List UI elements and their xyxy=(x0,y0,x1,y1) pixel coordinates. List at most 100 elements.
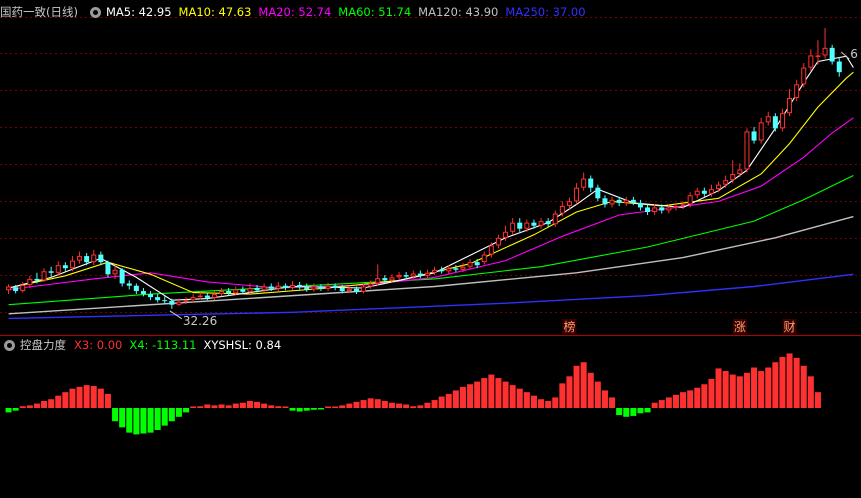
indicator-bar[interactable] xyxy=(310,408,317,410)
candle[interactable] xyxy=(588,175,594,193)
indicator-bar[interactable] xyxy=(90,386,97,408)
candle[interactable] xyxy=(275,281,281,292)
indicator-bar[interactable] xyxy=(261,403,268,408)
indicator-bar[interactable] xyxy=(765,367,772,408)
indicator-bar[interactable] xyxy=(317,408,324,410)
indicator-bar[interactable] xyxy=(168,408,175,422)
candle[interactable] xyxy=(190,294,196,303)
indicator-bar[interactable] xyxy=(133,408,140,435)
indicator-bar[interactable] xyxy=(601,390,608,408)
candle[interactable] xyxy=(311,283,317,292)
candle[interactable] xyxy=(510,218,516,235)
candle[interactable] xyxy=(744,128,750,173)
candle[interactable] xyxy=(765,111,771,126)
indicator-bar[interactable] xyxy=(112,408,119,422)
settings-icon[interactable] xyxy=(4,339,15,351)
indicator-bar[interactable] xyxy=(339,405,346,408)
candle[interactable] xyxy=(808,49,814,71)
candle[interactable] xyxy=(602,195,608,208)
indicator-bar[interactable] xyxy=(715,368,722,408)
indicator-bar[interactable] xyxy=(246,400,253,408)
candle[interactable] xyxy=(645,204,651,216)
indicator-bar[interactable] xyxy=(183,408,190,413)
candle[interactable] xyxy=(148,291,154,301)
indicator-bar[interactable] xyxy=(481,378,488,408)
indicator-bar[interactable] xyxy=(360,400,367,408)
indicator-bar[interactable] xyxy=(147,408,154,433)
indicator-bar[interactable] xyxy=(680,392,687,408)
candle[interactable] xyxy=(98,251,104,266)
indicator-bar[interactable] xyxy=(658,400,665,408)
indicator-bar[interactable] xyxy=(538,399,545,408)
candle[interactable] xyxy=(439,266,445,274)
indicator-bar[interactable] xyxy=(672,394,679,408)
candle[interactable] xyxy=(48,266,54,277)
indicator-bar[interactable] xyxy=(26,405,33,408)
candle[interactable] xyxy=(758,117,764,144)
indicator-bar[interactable] xyxy=(502,381,509,408)
indicator-bar[interactable] xyxy=(644,408,651,413)
indicator-bar[interactable] xyxy=(566,376,573,408)
indicator-bar[interactable] xyxy=(48,399,55,408)
indicator-bar[interactable] xyxy=(268,405,275,408)
candle[interactable] xyxy=(595,184,601,202)
indicator-bar[interactable] xyxy=(296,408,303,412)
indicator-bar[interactable] xyxy=(424,402,431,408)
candle[interactable] xyxy=(417,270,423,279)
indicator-bar[interactable] xyxy=(800,365,807,408)
candle[interactable] xyxy=(836,56,842,77)
candle[interactable] xyxy=(566,197,572,209)
candle[interactable] xyxy=(751,126,757,144)
indicator-bar[interactable] xyxy=(388,402,395,408)
indicator-bar[interactable] xyxy=(694,387,701,408)
indicator-bar[interactable] xyxy=(722,371,729,408)
indicator-bar[interactable] xyxy=(325,406,332,409)
indicator-bar[interactable] xyxy=(225,405,232,408)
candle[interactable] xyxy=(6,284,12,295)
candle[interactable] xyxy=(517,218,523,232)
indicator-bar[interactable] xyxy=(708,378,715,408)
indicator-bar[interactable] xyxy=(140,408,147,434)
indicator-bar[interactable] xyxy=(396,403,403,408)
candle[interactable] xyxy=(481,251,487,265)
candle[interactable] xyxy=(155,294,161,303)
indicator-bar[interactable] xyxy=(126,408,133,433)
indicator-bar[interactable] xyxy=(346,403,353,408)
candle[interactable] xyxy=(581,172,587,191)
indicator-bar[interactable] xyxy=(651,402,658,408)
indicator-bar[interactable] xyxy=(559,383,566,408)
indicator-bar[interactable] xyxy=(275,406,282,408)
candle[interactable] xyxy=(424,269,430,279)
indicator-bar[interactable] xyxy=(807,376,814,408)
indicator-bar[interactable] xyxy=(104,393,111,408)
indicator-bar[interactable] xyxy=(374,399,381,408)
indicator-bar[interactable] xyxy=(282,406,289,409)
candle[interactable] xyxy=(829,44,835,65)
candle[interactable] xyxy=(701,187,707,197)
candle[interactable] xyxy=(737,163,743,178)
indicator-bar[interactable] xyxy=(197,406,204,408)
candle[interactable] xyxy=(219,288,225,297)
candle[interactable] xyxy=(694,187,700,199)
indicator-bar[interactable] xyxy=(445,393,452,408)
candle[interactable] xyxy=(226,288,232,296)
indicator-bar[interactable] xyxy=(616,408,623,416)
candle[interactable] xyxy=(772,113,778,132)
indicator-bar[interactable] xyxy=(814,392,821,408)
candle[interactable] xyxy=(623,196,629,206)
indicator-bar[interactable] xyxy=(452,390,459,408)
indicator-bar[interactable] xyxy=(786,353,793,408)
candlesticks[interactable] xyxy=(6,28,842,309)
indicator-bar[interactable] xyxy=(609,397,616,408)
indicator-bar[interactable] xyxy=(204,404,211,408)
indicator-bar[interactable] xyxy=(33,403,40,408)
indicator-bar[interactable] xyxy=(779,356,786,408)
indicator-bar[interactable] xyxy=(332,406,339,409)
indicator-bar[interactable] xyxy=(509,385,516,408)
indicator-bar[interactable] xyxy=(687,390,694,408)
indicator-bar[interactable] xyxy=(161,408,168,426)
indicator-bar[interactable] xyxy=(743,372,750,408)
indicator-bar[interactable] xyxy=(5,408,12,413)
candle[interactable] xyxy=(105,260,111,278)
indicator-bar[interactable] xyxy=(665,397,672,408)
